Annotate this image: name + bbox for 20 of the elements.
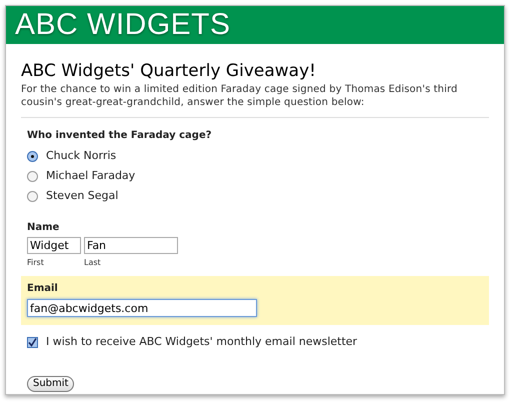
name-label: Name	[27, 221, 60, 235]
first-caption: First	[27, 257, 44, 269]
radio-button[interactable]	[27, 190, 38, 202]
submit-button[interactable]: Submit	[27, 376, 74, 392]
radio-label: Chuck Norris	[46, 148, 116, 164]
first-name-field[interactable]: Widget	[27, 237, 81, 254]
email-label: Email	[27, 282, 58, 296]
page-title: ABC Widgets' Quarterly Giveaway!	[21, 61, 316, 81]
radio-button[interactable]	[27, 170, 38, 182]
intro-text: For the chance to win a limited edition Faraday cage signed by Thomas Edison's third cousin's great-great-grandchild, answer the simple question below:	[21, 83, 458, 109]
brand-logo: ABC WIDGETS	[15, 10, 231, 40]
email-field[interactable]: fan@abcwidgets.com	[27, 299, 257, 317]
question-label: Who invented the Faraday cage?	[27, 129, 212, 143]
last-caption: Last	[84, 257, 101, 269]
newsletter-checkbox[interactable]	[27, 336, 38, 348]
radio-button[interactable]	[27, 150, 38, 162]
newsletter-label: I wish to receive ABC Widgets' monthly email newsletter	[46, 334, 358, 350]
radio-label: Michael Faraday	[46, 168, 136, 184]
last-name-field[interactable]: Fan	[84, 237, 178, 254]
radio-label: Steven Segal	[46, 188, 118, 204]
